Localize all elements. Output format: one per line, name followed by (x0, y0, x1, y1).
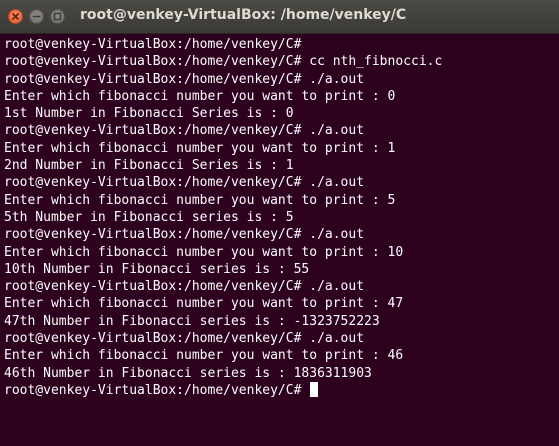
window-title: root@venkey-VirtualBox: /home/venkey/C (80, 7, 407, 23)
terminal-line: 10th Number in Fibonacci series is : 55 (4, 261, 310, 277)
minimize-icon (32, 15, 41, 18)
terminal-line: root@venkey-VirtualBox:/home/venkey/C# .… (4, 123, 365, 139)
title-bar[interactable]: root@venkey-VirtualBox: /home/venkey/C (0, 0, 559, 34)
terminal-line: Enter which fibonacci number you want to… (4, 192, 396, 208)
maximize-button[interactable] (50, 9, 65, 24)
terminal-line: 1st Number in Fibonacci Series is : 0 (4, 106, 294, 122)
terminal-line: Enter which fibonacci number you want to… (4, 296, 404, 312)
terminal-prompt-line[interactable]: root@venkey-VirtualBox:/home/venkey/C# (4, 381, 555, 399)
terminal-line: root@venkey-VirtualBox:/home/venkey/C# .… (4, 331, 365, 347)
terminal-line: root@venkey-VirtualBox:/home/venkey/C# .… (4, 227, 365, 243)
maximize-icon (53, 12, 62, 21)
terminal-line: root@venkey-VirtualBox:/home/venkey/C# .… (4, 175, 365, 191)
terminal-line: 47th Number in Fibonacci series is : -13… (4, 313, 380, 329)
terminal-line: 5th Number in Fibonacci series is : 5 (4, 209, 294, 225)
terminal-line: Enter which fibonacci number you want to… (4, 88, 396, 104)
terminal-output[interactable]: root@venkey-VirtualBox:/home/venkey/C# r… (0, 34, 559, 446)
terminal-line: 46th Number in Fibonacci series is : 183… (4, 365, 372, 381)
terminal-line: Enter which fibonacci number you want to… (4, 244, 404, 260)
terminal-window: root@venkey-VirtualBox: /home/venkey/C r… (0, 0, 559, 446)
terminal-line: 2nd Number in Fibonacci Series is : 1 (4, 158, 294, 174)
terminal-line: Enter which fibonacci number you want to… (4, 140, 396, 156)
terminal-line: root@venkey-VirtualBox:/home/venkey/C# .… (4, 71, 365, 87)
terminal-line: root@venkey-VirtualBox:/home/venkey/C# c… (4, 54, 443, 70)
minimize-button[interactable] (29, 9, 44, 24)
text-cursor (310, 381, 319, 397)
close-icon (12, 13, 19, 20)
terminal-prompt: root@venkey-VirtualBox:/home/venkey/C# (4, 382, 310, 398)
close-button[interactable] (8, 9, 23, 24)
terminal-line: root@venkey-VirtualBox:/home/venkey/C# .… (4, 279, 365, 295)
terminal-line: Enter which fibonacci number you want to… (4, 348, 404, 364)
terminal-line: root@venkey-VirtualBox:/home/venkey/C# (4, 37, 302, 52)
